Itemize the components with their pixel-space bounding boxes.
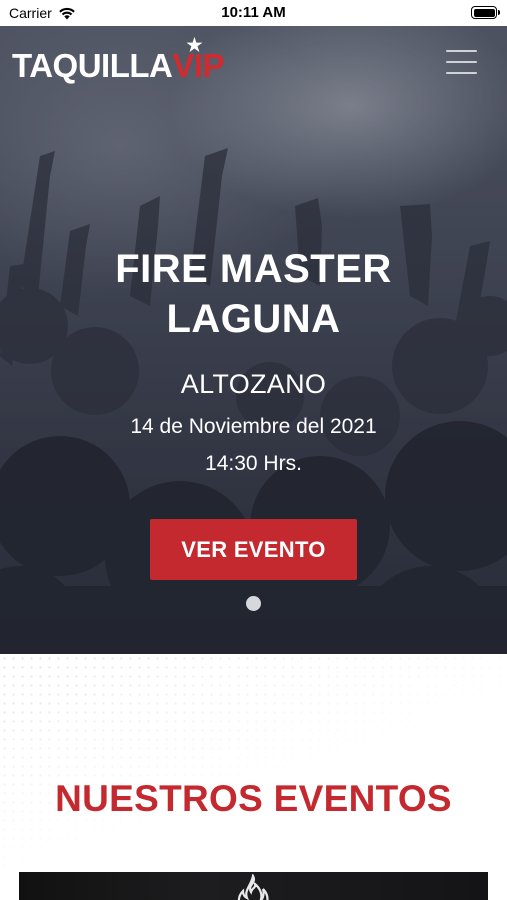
status-bar: Carrier 10:11 AM xyxy=(0,0,507,26)
flame-icon xyxy=(237,874,269,900)
carousel-dot[interactable] xyxy=(246,596,261,611)
event-venue: ALTOZANO xyxy=(180,369,327,399)
events-section: NUESTROS EVENTOS xyxy=(0,654,507,900)
event-title: FIRE MASTER LAGUNA xyxy=(0,244,507,344)
taquilla-vip-logo[interactable]: TAQUILLA VIP ★ xyxy=(12,35,225,86)
dot-pattern-background xyxy=(0,654,507,900)
hero-banner: TAQUILLA VIP ★ FIRE MASTER LAGUNA ALTOZA… xyxy=(0,26,507,654)
section-title: NUESTROS EVENTOS xyxy=(55,778,452,819)
status-time: 10:11 AM xyxy=(221,4,286,21)
hamburger-menu-icon[interactable] xyxy=(446,49,478,75)
logo-vip-text: VIP ★ xyxy=(172,35,224,85)
battery-icon xyxy=(471,6,500,19)
event-time: 14:30 Hrs. xyxy=(205,452,302,475)
logo-text: TAQUILLA xyxy=(12,47,173,84)
event-card[interactable] xyxy=(19,872,488,900)
star-icon: ★ xyxy=(186,35,202,55)
event-title-line-2: LAGUNA xyxy=(166,297,341,341)
event-title-line-1: FIRE MASTER xyxy=(115,247,392,291)
view-event-button[interactable]: VER EVENTO xyxy=(150,519,357,580)
event-date: 14 de Noviembre del 2021 xyxy=(130,415,377,438)
